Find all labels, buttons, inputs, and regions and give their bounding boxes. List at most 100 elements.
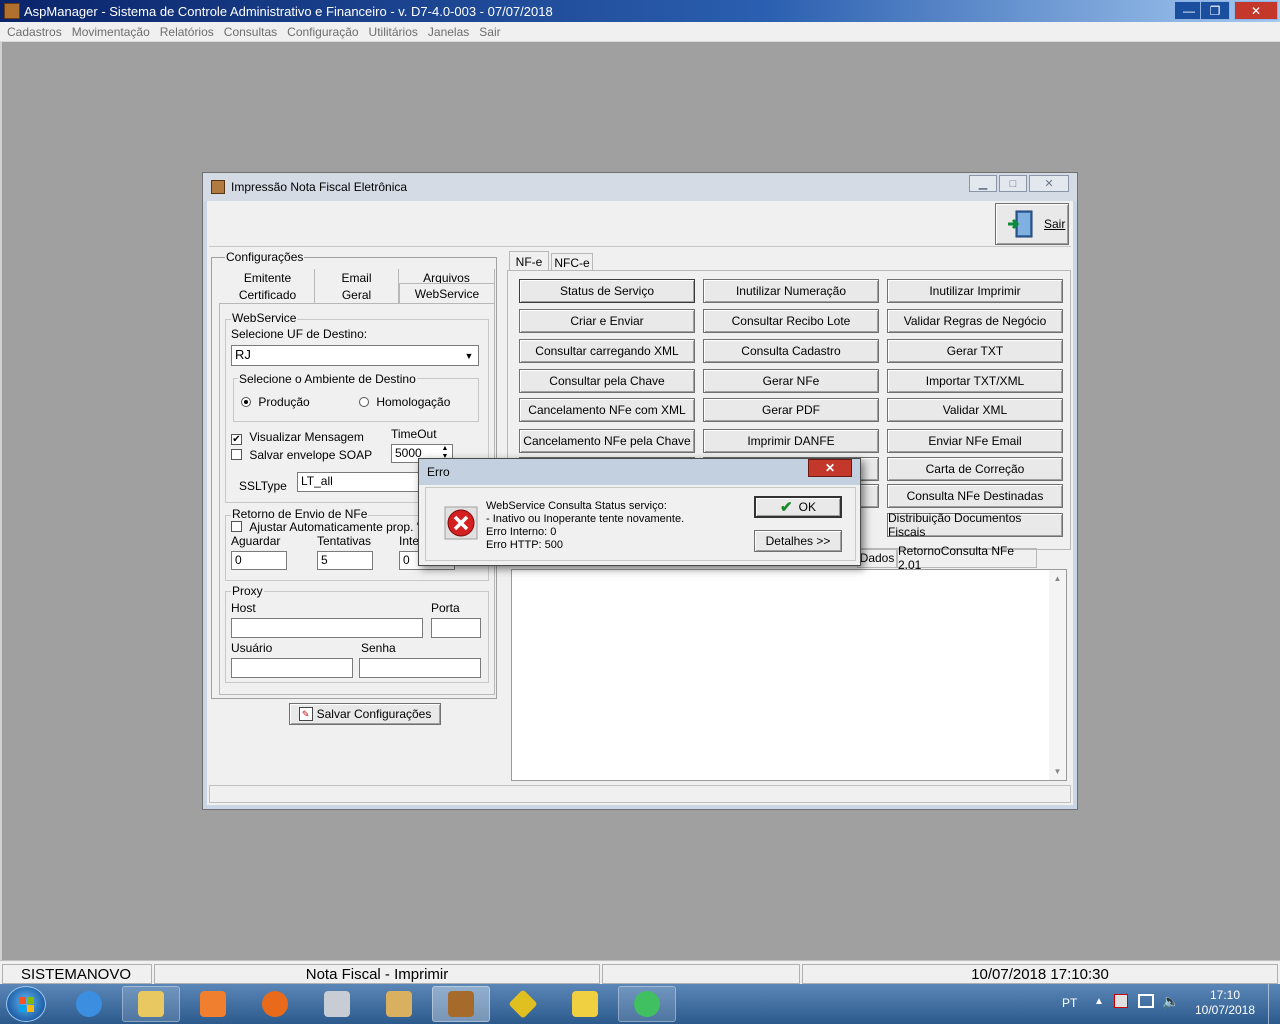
sair-button[interactable]: Sair (995, 203, 1069, 245)
checkbox-salvar-envelope[interactable]: Salvar envelope SOAP (231, 448, 372, 462)
checkbox-ajustar[interactable]: Ajustar Automaticamente prop. "Agu (231, 520, 442, 534)
action-button-c3-r4[interactable]: Importar TXT/XML (887, 369, 1063, 393)
action-button-c2-r2[interactable]: Consultar Recibo Lote (703, 309, 879, 333)
radio-homologacao[interactable]: Homologação (359, 395, 450, 409)
taskbar-explorer[interactable] (122, 986, 180, 1022)
menu-utilitarios[interactable]: Utilitários (364, 25, 423, 39)
taskbar-ie[interactable] (60, 986, 118, 1022)
senha-input[interactable] (359, 658, 481, 678)
result-text-area[interactable]: ▲ ▼ (511, 569, 1067, 781)
retorno-group-label: Retorno de Envio de NFe (231, 507, 369, 521)
tentativas-input[interactable]: 5 (317, 551, 373, 570)
scroll-up-icon[interactable]: ▲ (1049, 570, 1066, 587)
tab-certificado[interactable]: Certificado (221, 286, 315, 303)
tab-webservice[interactable]: WebService (399, 283, 495, 303)
action-button-c1-r6[interactable]: Cancelamento NFe pela Chave (519, 429, 695, 453)
usuario-input[interactable] (231, 658, 353, 678)
taskbar-app-green[interactable] (618, 986, 676, 1022)
action-button-c2-r6[interactable]: Imprimir DANFE (703, 429, 879, 453)
child-close-button[interactable]: ✕ (1029, 175, 1069, 192)
seven-zip-icon (572, 991, 598, 1017)
action-button-c2-r4[interactable]: Gerar NFe (703, 369, 879, 393)
start-button[interactable] (6, 986, 46, 1022)
tab-nfce[interactable]: NFC-e (551, 253, 593, 271)
porta-input[interactable] (431, 618, 481, 638)
tab-email[interactable]: Email (315, 269, 399, 286)
aguardar-input[interactable]: 0 (231, 551, 287, 570)
ok-button[interactable]: ✔ OK (754, 496, 842, 518)
scroll-down-icon[interactable]: ▼ (1049, 763, 1066, 780)
menu-janelas[interactable]: Janelas (423, 25, 474, 39)
error-dialog-close-button[interactable]: ✕ (808, 459, 852, 477)
tab-emitente[interactable]: Emitente (221, 269, 315, 286)
radio-homologacao-label: Homologação (376, 395, 451, 409)
exit-door-icon (1008, 210, 1033, 238)
chevron-down-icon[interactable]: ▼ (461, 347, 477, 364)
taskbar-media[interactable] (184, 986, 242, 1022)
windows-logo-icon (19, 997, 34, 1012)
uf-label: Selecione UF de Destino: (231, 327, 368, 341)
volume-icon[interactable]: 🔈 (1162, 993, 1179, 1010)
network-icon[interactable] (1138, 994, 1154, 1008)
close-button[interactable]: ✕ (1234, 1, 1278, 20)
menu-configuracao[interactable]: Configuração (282, 25, 363, 39)
action-button-c1-r4[interactable]: Consultar pela Chave (519, 369, 695, 393)
error-line: - Inativo ou Inoperante tente novamente. (486, 513, 685, 525)
checkbox-visualizar[interactable]: ✔ Visualizar Mensagem (231, 430, 364, 445)
uf-select[interactable]: RJ ▼ (231, 345, 479, 366)
taskbar-clock[interactable]: 17:10 10/07/2018 (1188, 988, 1262, 1018)
action-button-c2-r1[interactable]: Inutilizar Numeração (703, 279, 879, 303)
action-center-icon[interactable] (1114, 994, 1128, 1008)
menu-movimentacao[interactable]: Movimentação (67, 25, 155, 39)
tab-retorno-consulta[interactable]: RetornoConsulta NFe 2.01 (897, 544, 1037, 572)
action-button-c3-r5[interactable]: Validar XML (887, 398, 1063, 422)
checkbox-empty-icon (231, 449, 242, 460)
restore-button[interactable]: ❐ (1200, 1, 1230, 20)
proxy-group-label: Proxy (231, 584, 264, 598)
vertical-scrollbar[interactable]: ▲ ▼ (1049, 570, 1066, 780)
action-button-c3-r8[interactable]: Consulta NFe Destinadas (887, 484, 1063, 508)
host-input[interactable] (231, 618, 423, 638)
action-button-c1-r1[interactable]: Status de Serviço (519, 279, 695, 303)
checkmark-icon: ✔ (780, 499, 793, 516)
action-button-c1-r5[interactable]: Cancelamento NFe com XML (519, 398, 695, 422)
tray-expand-icon[interactable]: ▲ (1094, 996, 1104, 1007)
taskbar-7zip[interactable] (556, 986, 614, 1022)
radio-producao[interactable]: Produção (241, 395, 310, 409)
tab-geral[interactable]: Geral (315, 286, 399, 303)
detalhes-button[interactable]: Detalhes >> (754, 530, 842, 552)
menu-cadastros[interactable]: Cadastros (2, 25, 67, 39)
action-button-c3-r9[interactable]: Distribuição Documentos Fiscais (887, 511, 1063, 539)
menu-consultas[interactable]: Consultas (219, 25, 282, 39)
salvar-configuracoes-button[interactable]: ✎ Salvar Configurações (289, 703, 441, 725)
menu-relatorios[interactable]: Relatórios (155, 25, 219, 39)
checkbox-checked-icon: ✔ (231, 434, 242, 445)
radio-empty-icon (359, 397, 369, 407)
taskbar-calculator[interactable] (308, 986, 366, 1022)
taskbar: PT ▲ 🔈 17:10 10/07/2018 (0, 984, 1280, 1024)
action-button-c2-r5[interactable]: Gerar PDF (703, 398, 879, 422)
child-maximize-button[interactable]: □ (999, 175, 1027, 192)
action-button-c2-r3[interactable]: Consulta Cadastro (703, 339, 879, 363)
error-line: Erro Interno: 0 (486, 526, 557, 538)
taskbar-aspmanager[interactable] (432, 986, 490, 1022)
tab-nfe[interactable]: NF-e (509, 251, 549, 271)
taskbar-notes[interactable] (370, 986, 428, 1022)
app-title-bar: AspManager - Sistema de Controle Adminis… (0, 0, 1280, 22)
config-group-label: Configurações (225, 250, 305, 264)
child-minimize-button[interactable]: ▁ (969, 175, 997, 192)
menu-sair[interactable]: Sair (474, 25, 505, 39)
taskbar-firefox[interactable] (246, 986, 304, 1022)
action-button-c3-r2[interactable]: Validar Regras de Negócio (887, 309, 1063, 333)
action-button-c3-r3[interactable]: Gerar TXT (887, 339, 1063, 363)
action-button-c3-r7[interactable]: Carta de Correção (887, 457, 1063, 481)
action-button-c1-r3[interactable]: Consultar carregando XML (519, 339, 695, 363)
action-button-c1-r2[interactable]: Criar e Enviar (519, 309, 695, 333)
taskbar-finance[interactable] (494, 986, 552, 1022)
salvar-envelope-label: Salvar envelope SOAP (249, 448, 373, 462)
action-button-c3-r1[interactable]: Inutilizar Imprimir (887, 279, 1063, 303)
action-button-c3-r6[interactable]: Enviar NFe Email (887, 429, 1063, 453)
language-indicator[interactable]: PT (1062, 996, 1077, 1010)
show-desktop-button[interactable] (1268, 984, 1280, 1024)
tab-dados[interactable]: Dados (857, 548, 897, 568)
